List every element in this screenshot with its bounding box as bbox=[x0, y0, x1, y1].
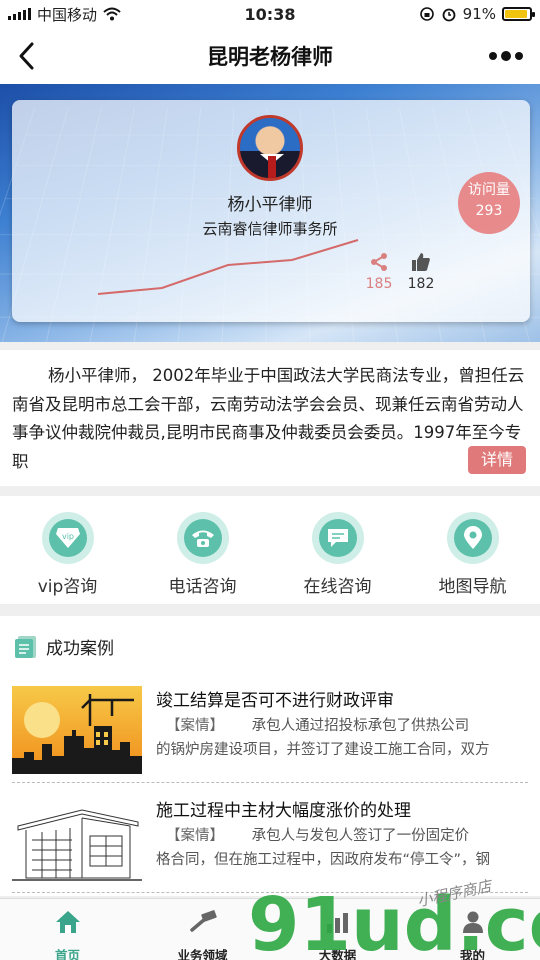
share-icon bbox=[371, 253, 387, 271]
visits-label: 访问量 bbox=[468, 182, 510, 198]
data-icon bbox=[326, 913, 348, 933]
share-count: 185 bbox=[365, 276, 393, 292]
status-bar: 中国移动 10:38 91% bbox=[0, 0, 540, 28]
case-desc-line1: 承包人通过招投标承包了供热公司 bbox=[251, 718, 470, 734]
shortcut-map-navigation[interactable]: 地图导航 bbox=[405, 496, 540, 604]
shortcut-online-consult[interactable]: 在线咨询 bbox=[270, 496, 405, 604]
lawyer-intro: 杨小平律师， 2002年毕业于中国政法大学民商法专业，曾担任云南省及昆明市总工会… bbox=[0, 350, 540, 486]
trend-line-decoration bbox=[97, 239, 359, 295]
case-title: 竣工结算是否可不进行财政评审 bbox=[156, 691, 394, 711]
svg-text:vip: vip bbox=[61, 532, 73, 541]
bottom-tab-bar: 首页 业务领域 大数据 我的 bbox=[0, 898, 540, 960]
tab-practice-areas[interactable]: 业务领域 bbox=[135, 899, 270, 960]
case-tag: 【案情】 bbox=[166, 828, 224, 844]
alarm-icon bbox=[442, 8, 456, 22]
document-list-icon bbox=[15, 635, 36, 658]
divider bbox=[12, 892, 528, 893]
home-icon bbox=[55, 911, 80, 933]
case-thumbnail-building-sketch bbox=[12, 796, 142, 884]
success-cases-section: 成功案例 竣工结算是否可不进行财政评审 【案情】 承包人通过招投标承包了供热公司… bbox=[0, 616, 540, 896]
shortcut-label: vip咨询 bbox=[37, 577, 98, 597]
nav-bar: 昆明老杨律师 bbox=[0, 28, 540, 84]
like-count: 182 bbox=[407, 276, 435, 292]
vip-icon: vip bbox=[55, 528, 80, 548]
section-title: 成功案例 bbox=[46, 639, 114, 659]
battery-percent: 91% bbox=[462, 5, 496, 23]
gavel-icon bbox=[189, 910, 217, 932]
share-button[interactable]: 185 bbox=[361, 250, 397, 292]
like-button[interactable]: 182 bbox=[403, 250, 439, 292]
shortcut-bar: vip vip咨询 电话咨询 在线咨询 地图导航 bbox=[0, 496, 540, 604]
map-pin-icon bbox=[463, 526, 482, 549]
thumbs-up-icon bbox=[412, 253, 430, 271]
case-tag: 【案情】 bbox=[166, 718, 224, 734]
user-icon bbox=[462, 911, 483, 933]
section-header: 成功案例 bbox=[14, 634, 114, 659]
tab-label: 首页 bbox=[54, 948, 80, 960]
page-title: 昆明老杨律师 bbox=[207, 45, 333, 69]
tab-mine[interactable]: 我的 bbox=[405, 899, 540, 960]
case-desc-line2: 格合同，但在施工过程中，因政府发布“停工令”，钢 bbox=[156, 852, 491, 868]
battery-icon bbox=[502, 7, 535, 21]
detail-button[interactable]: 详情 bbox=[468, 446, 526, 474]
case-desc-line1: 承包人与发包人签订了一份固定价 bbox=[251, 828, 470, 844]
chat-icon bbox=[327, 529, 348, 547]
divider bbox=[12, 782, 528, 783]
back-icon[interactable] bbox=[10, 36, 50, 76]
case-desc-line2: 的锅炉房建设项目，并签订了建设工施工合同，双方 bbox=[156, 742, 490, 758]
shortcut-vip-consult[interactable]: vip vip咨询 bbox=[0, 496, 135, 604]
case-item[interactable]: 施工过程中主材大幅度涨价的处理 【案情】 承包人与发包人签订了一份固定价 格合同… bbox=[12, 796, 528, 894]
shortcut-phone-consult[interactable]: 电话咨询 bbox=[135, 496, 270, 604]
rotation-lock-icon bbox=[419, 7, 434, 21]
intro-text: 杨小平律师， 2002年毕业于中国政法大学民商法专业，曾担任云南省及昆明市总工会… bbox=[12, 366, 525, 471]
shortcut-label: 在线咨询 bbox=[303, 577, 372, 597]
more-menu-icon[interactable] bbox=[486, 38, 526, 74]
tab-big-data[interactable]: 大数据 bbox=[270, 899, 405, 960]
tab-label: 业务领域 bbox=[177, 948, 228, 960]
visits-badge: 访问量 293 bbox=[458, 172, 520, 234]
case-item[interactable]: 竣工结算是否可不进行财政评审 【案情】 承包人通过招投标承包了供热公司 的锅炉房… bbox=[12, 686, 528, 784]
phone-icon bbox=[191, 530, 214, 547]
case-summary: 【案情】 承包人与发包人签订了一份固定价 格合同，但在施工过程中，因政府发布“停… bbox=[156, 824, 528, 872]
shortcut-label: 地图导航 bbox=[438, 577, 507, 597]
tab-label: 大数据 bbox=[318, 948, 357, 960]
case-thumbnail-construction bbox=[12, 686, 142, 774]
tab-home[interactable]: 首页 bbox=[0, 899, 135, 960]
tab-label: 我的 bbox=[459, 948, 485, 960]
avatar bbox=[237, 115, 303, 181]
case-title: 施工过程中主材大幅度涨价的处理 bbox=[156, 801, 411, 821]
shortcut-label: 电话咨询 bbox=[168, 577, 237, 597]
case-summary: 【案情】 承包人通过招投标承包了供热公司 的锅炉房建设项目，并签订了建设工施工合… bbox=[156, 714, 528, 762]
visits-count: 293 bbox=[475, 203, 503, 219]
